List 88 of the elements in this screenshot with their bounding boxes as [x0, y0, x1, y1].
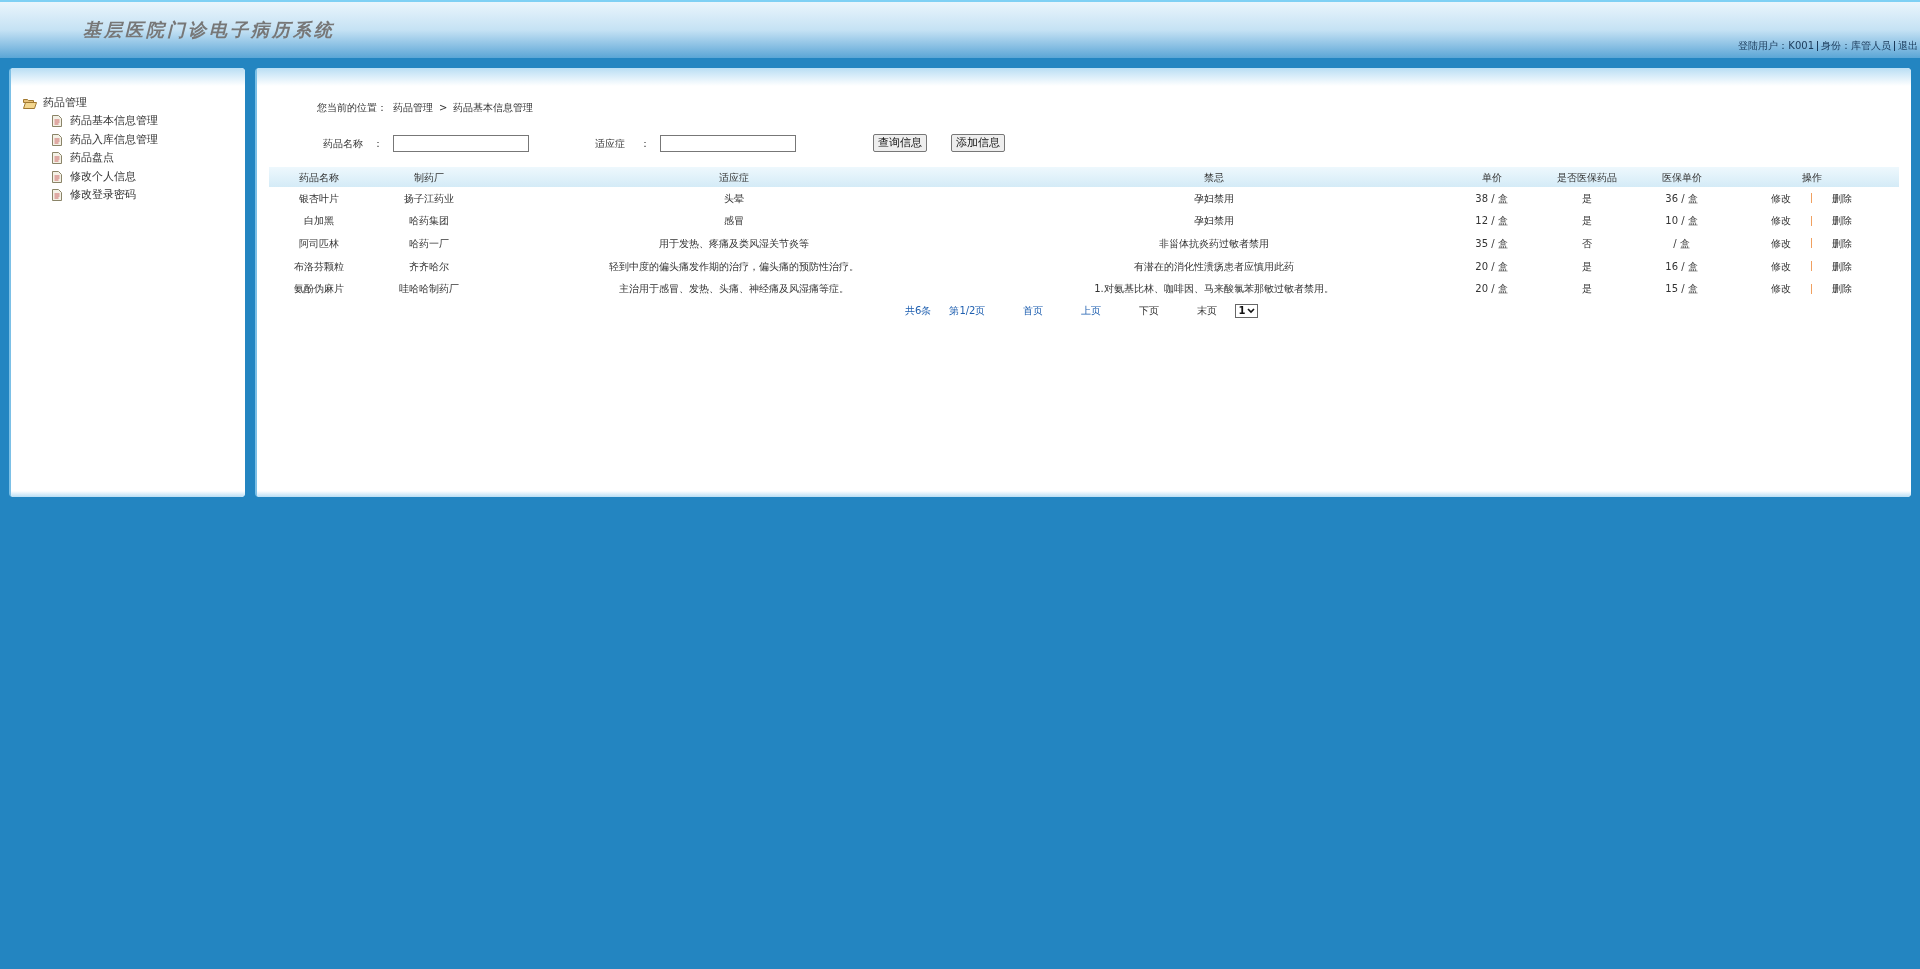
pagination-link[interactable]: 下页 — [1139, 303, 1160, 319]
field-label: 药品名称 — [323, 136, 364, 151]
row-action-link[interactable]: 修改 — [1771, 258, 1791, 274]
breadcrumb-link[interactable]: 药品基本信息管理 — [453, 100, 534, 115]
row-action-link[interactable]: 删除 — [1832, 258, 1852, 274]
table-cell-text: 否 — [1580, 237, 1593, 251]
table-cell-text: 齐齐哈尔 — [408, 259, 450, 274]
field-label: 适应症 — [595, 136, 626, 151]
field-colon: ： — [640, 136, 651, 151]
table-cell-text: / 盒 — [1672, 237, 1691, 251]
table-cell-text: 用于发热、疼痛及类风湿关节炎等 — [658, 237, 810, 251]
menu-item[interactable]: 修改登录密码 — [70, 187, 136, 204]
table-cell-text: 哈药集团 — [408, 214, 450, 229]
breadcrumb-separator: > — [439, 101, 448, 115]
table-cell-text: 主治用于感冒、发热、头痛、神经痛及风湿痛等症。 — [618, 282, 850, 297]
table-cell-text: 有潜在的消化性溃疡患者应慎用此药 — [1133, 259, 1295, 274]
column-header: 适应症 — [718, 170, 750, 185]
table-cell-text: 阿司匹林 — [298, 237, 340, 251]
row-action-link[interactable]: 修改 — [1771, 281, 1791, 297]
column-header: 制药厂 — [413, 170, 445, 185]
row-action-link[interactable]: 修改 — [1771, 213, 1791, 229]
table-cell-text: 35 / 盒 — [1474, 237, 1509, 251]
menu-item[interactable]: 药品盘点 — [70, 150, 114, 167]
menu-item[interactable]: 药品基本信息管理 — [70, 113, 158, 130]
search-field[interactable] — [393, 134, 529, 152]
pagination-link[interactable]: 上页 — [1081, 303, 1102, 319]
column-header: 单价 — [1480, 170, 1503, 185]
menu-item[interactable]: 修改个人信息 — [70, 168, 136, 185]
column-header: 操作 — [1800, 170, 1823, 185]
table-cell-text: 12 / 盒 — [1474, 214, 1509, 229]
action-button[interactable]: 添加信息 — [951, 134, 1005, 152]
column-header: 禁忌 — [1203, 170, 1225, 185]
table-cell-text: 是 — [1580, 259, 1593, 274]
table-cell-text: 头晕 — [723, 191, 745, 206]
page-indicator: 第1/2页 — [949, 304, 986, 319]
row-action-link[interactable]: 删除 — [1832, 213, 1852, 229]
column-header: 是否医保药品 — [1555, 170, 1618, 185]
table-cell-text: 36 / 盒 — [1664, 191, 1699, 206]
table-cell-text: 15 / 盒 — [1664, 282, 1699, 297]
field-colon: ： — [373, 136, 384, 151]
document-icon — [52, 170, 62, 183]
table-cell-text: 哇哈哈制药厂 — [398, 282, 460, 297]
row-action-link[interactable]: 删除 — [1832, 236, 1852, 251]
row-action-link[interactable]: 删除 — [1832, 190, 1852, 206]
breadcrumb-link[interactable]: 药品管理 — [393, 100, 433, 115]
search-field[interactable] — [660, 134, 796, 152]
table-cell-text: 20 / 盒 — [1474, 259, 1509, 274]
table-cell-text: 16 / 盒 — [1664, 259, 1699, 274]
table-cell-text: 银杏叶片 — [298, 191, 340, 206]
menu-item[interactable]: 药品入库信息管理 — [70, 131, 158, 148]
row-action-link[interactable]: 修改 — [1771, 236, 1791, 251]
table-cell-text: 非甾体抗炎药过敏者禁用 — [1158, 237, 1270, 251]
row-action-link[interactable]: 修改 — [1771, 190, 1791, 206]
table-cell-text: 布洛芬颗粒 — [293, 259, 345, 274]
record-count: 共6条 — [905, 304, 932, 319]
chevron-down-icon — [1247, 307, 1256, 314]
menu-group[interactable]: 药品管理 — [43, 94, 87, 112]
table-cell-text: 孕妇禁用 — [1193, 191, 1235, 206]
table-cell-text: 感冒 — [723, 214, 745, 229]
table-cell-text: 是 — [1580, 214, 1593, 229]
table-cell-text: 扬子江药业 — [403, 191, 455, 206]
page-select[interactable]: 1 — [1235, 303, 1259, 318]
role-info: 身份：库管人员 — [1821, 39, 1891, 53]
user-info: 登陆用户：K001 — [1738, 39, 1814, 53]
table-cell-text: 20 / 盒 — [1474, 282, 1509, 297]
row-action-link[interactable]: 删除 — [1832, 281, 1852, 297]
document-icon — [52, 115, 62, 128]
table-cell-text: 是 — [1580, 191, 1593, 206]
column-header: 药品名称 — [298, 170, 340, 185]
table-cell-text: 38 / 盒 — [1474, 191, 1509, 206]
table-cell-text: 轻到中度的偏头痛发作期的治疗，偏头痛的预防性治疗。 — [608, 259, 860, 274]
table-cell-text: 10 / 盒 — [1664, 214, 1699, 229]
action-button[interactable]: 查询信息 — [873, 134, 927, 152]
table-cell-text: 1.对氨基比林、咖啡因、马来酸氯苯那敏过敏者禁用。 — [1093, 282, 1335, 297]
column-header: 医保单价 — [1660, 170, 1703, 185]
document-icon — [52, 133, 62, 146]
table-cell-text: 白加黑 — [303, 214, 335, 229]
pagination-link[interactable]: 末页 — [1197, 303, 1218, 319]
system-title: 基层医院门诊电子病历系统 — [83, 18, 335, 42]
table-cell-text: 氨酚伪麻片 — [293, 282, 345, 297]
table-cell-text: 孕妇禁用 — [1193, 214, 1235, 229]
pagination-link[interactable]: 首页 — [1023, 303, 1044, 319]
document-icon — [52, 189, 62, 202]
table-cell-text: 是 — [1580, 282, 1593, 297]
logout-link[interactable]: 退出 — [1898, 38, 1918, 53]
table-cell-text: 哈药一厂 — [408, 237, 450, 251]
document-icon — [52, 152, 62, 165]
breadcrumb-label: 您当前的位置： — [317, 101, 387, 115]
